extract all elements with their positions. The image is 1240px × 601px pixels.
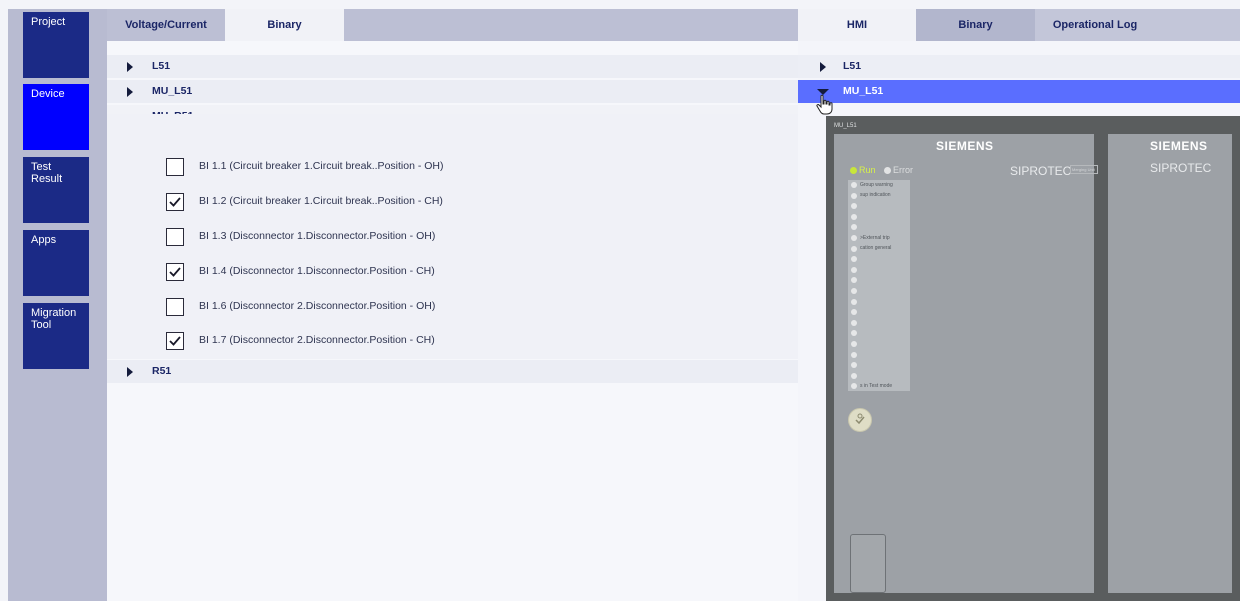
brand-label: SIEMENS (1150, 139, 1208, 153)
status-led-icon (851, 192, 857, 199)
status-led-icon (851, 351, 857, 358)
status-led-icon (851, 245, 857, 252)
led-label: >External trip (860, 234, 890, 241)
tab-voltage-current[interactable]: Voltage/Current (107, 9, 225, 41)
status-led-icon (851, 330, 857, 337)
tree-item-label: R51 (152, 365, 172, 377)
binary-input-checkbox[interactable] (166, 228, 184, 246)
nav-project-button[interactable]: Project (23, 12, 89, 78)
status-led-icon (851, 277, 857, 284)
status-led-icon (851, 203, 857, 210)
binary-input-label: BI 1.2 (Circuit breaker 1.Circuit break.… (199, 195, 443, 207)
status-led-icon (851, 235, 857, 241)
status-led-icon (851, 298, 857, 305)
tree-item-label: MU_L51 (152, 85, 193, 97)
tree-item-label: MU_L51 (843, 85, 884, 97)
binary-input-label: BI 1.3 (Disconnector 1.Disconnector.Posi… (199, 230, 436, 242)
tree-item-r51[interactable]: R51 (107, 360, 798, 383)
device-title: MU_L51 (834, 123, 857, 129)
led-label: Group warning (860, 181, 893, 188)
run-led-icon (850, 167, 857, 174)
hmi-tree-item-l51[interactable]: L51 (798, 55, 1240, 78)
acknowledge-key-icon[interactable] (848, 408, 872, 432)
checkmark-icon (169, 197, 181, 207)
mid-tab-bar: Voltage/Current Binary (107, 9, 798, 41)
binary-input-row: BI 1.1 (Circuit breaker 1.Circuit break.… (107, 156, 798, 182)
status-led-icon (851, 213, 857, 220)
binary-input-row: BI 1.3 (Disconnector 1.Disconnector.Posi… (107, 226, 798, 252)
hmi-panel: HMI Binary Operational Log L51 MU_L51 MU… (798, 9, 1240, 601)
product-label: SIPROTEC (1150, 161, 1212, 175)
binary-input-row: BI 1.4 (Disconnector 1.Disconnector.Posi… (107, 261, 798, 287)
hand-cursor-icon (815, 94, 835, 116)
nav-device-button[interactable]: Device (23, 84, 89, 150)
binary-input-label: BI 1.6 (Disconnector 2.Disconnector.Posi… (199, 300, 436, 312)
binary-input-row: BI 1.7 (Disconnector 2.Disconnector.Posi… (107, 330, 798, 356)
status-led-icon (851, 266, 857, 273)
status-led-icon (851, 309, 857, 316)
expand-arrow-icon[interactable] (820, 62, 826, 72)
error-label: Error (893, 165, 913, 175)
binary-input-checkbox[interactable] (166, 193, 184, 211)
expand-arrow-icon[interactable] (127, 367, 133, 377)
led-strip: Group warning sup indication >External tri… (848, 180, 910, 391)
binary-input-label: BI 1.1 (Circuit breaker 1.Circuit break.… (199, 160, 444, 172)
status-led-icon (851, 319, 857, 326)
led-label: s in Test mode (860, 382, 893, 389)
tab-operational-log[interactable]: Operational Log (1035, 9, 1155, 41)
device-front-panel: SIEMENS SIPROTEC Merging Unit Run Error … (834, 134, 1098, 593)
nav-apps-button[interactable]: Apps (23, 230, 89, 296)
run-label: Run (859, 165, 876, 175)
nav-test-result-button[interactable]: Test Result (23, 157, 89, 223)
tab-hmi[interactable]: HMI (798, 9, 916, 41)
binary-input-label: BI 1.7 (Disconnector 2.Disconnector.Posi… (199, 334, 435, 346)
expand-arrow-icon[interactable] (127, 62, 133, 72)
main-nav: Project Device Test Result Apps Migratio… (8, 9, 107, 601)
status-led-icon (851, 182, 857, 188)
binary-input-checkbox[interactable] (166, 263, 184, 281)
app-window: Project Device Test Result Apps Migratio… (0, 0, 1240, 601)
binary-input-row: BI 1.6 (Disconnector 2.Disconnector.Posi… (107, 296, 798, 322)
binary-input-checkbox[interactable] (166, 332, 184, 350)
brand-label: SIEMENS (936, 139, 994, 153)
status-led-icon (851, 372, 857, 379)
hmi-tree-item-mu-l51[interactable]: MU_L51 (798, 80, 1240, 103)
device-expansion-panel: SIEMENS SIPROTEC (1108, 134, 1232, 593)
error-led-icon (884, 167, 891, 174)
tree-item-mu-l51[interactable]: MU_L51 (107, 80, 798, 103)
led-label: cation general (860, 245, 892, 252)
checkmark-icon (169, 336, 181, 346)
tree-item-label: L51 (843, 60, 862, 72)
binary-panel: Voltage/Current Binary L51 MU_L51 MU_R51… (107, 9, 798, 601)
status-led-icon (851, 256, 857, 263)
usb-port-cover[interactable] (850, 534, 886, 593)
tab-binary-right[interactable]: Binary (916, 9, 1035, 41)
binary-input-checkbox[interactable] (166, 298, 184, 316)
tree-item-l51[interactable]: L51 (107, 55, 798, 78)
checkmark-icon (169, 267, 181, 277)
status-led-icon (851, 341, 857, 347)
right-tab-bar: HMI Binary Operational Log (798, 9, 1240, 41)
binary-input-row: BI 1.2 (Circuit breaker 1.Circuit break.… (107, 191, 798, 217)
nav-migration-tool-button[interactable]: Migration Tool (23, 303, 89, 369)
expand-arrow-icon[interactable] (127, 87, 133, 97)
tab-binary[interactable]: Binary (225, 9, 344, 41)
binary-input-label: BI 1.4 (Disconnector 1.Disconnector.Posi… (199, 265, 435, 277)
binary-input-list: BI 1.1 (Circuit breaker 1.Circuit break.… (107, 114, 798, 359)
product-label: SIPROTEC (1010, 164, 1072, 178)
binary-input-checkbox[interactable] (166, 158, 184, 176)
status-led-icon (851, 362, 857, 369)
status-led-icon (851, 288, 857, 294)
product-suffix-label: Merging Unit (1070, 165, 1098, 174)
tree-item-label: L51 (152, 60, 171, 72)
status-led-icon (851, 383, 857, 390)
device-hmi: MU_L51 SIEMENS SIPROTEC Merging Unit Run… (826, 116, 1240, 601)
led-label: sup indication (860, 192, 891, 199)
status-led-icon (851, 224, 857, 231)
